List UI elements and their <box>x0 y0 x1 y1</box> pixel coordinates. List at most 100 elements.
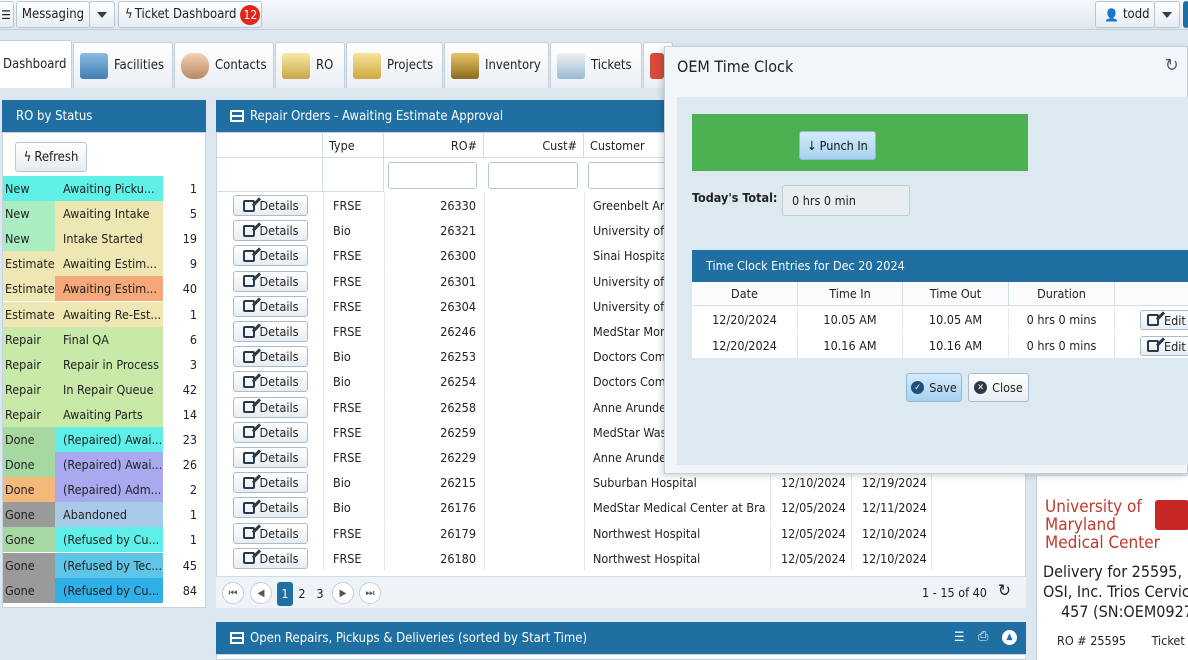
ro-number: 26330 <box>440 198 476 213</box>
status-row[interactable]: Repair In Repair Queue 42 <box>3 376 205 402</box>
messaging-button[interactable]: Messaging <box>16 1 90 28</box>
status-name: Awaiting Picku... <box>55 176 163 201</box>
column-header-ro[interactable]: RO# <box>384 133 484 158</box>
ro-filter-input[interactable] <box>388 162 477 189</box>
details-button[interactable]: Details <box>233 447 308 468</box>
tab-contacts[interactable]: Contacts <box>174 42 274 88</box>
column-header-cust[interactable]: Cust# <box>484 133 584 158</box>
prev-page-button[interactable]: ◀ <box>250 582 272 604</box>
first-page-button[interactable]: ⏮ <box>222 582 244 604</box>
delivery-card[interactable]: University of Maryland Medical Center De… <box>1036 476 1188 660</box>
collapse-icon[interactable]: ▲ <box>1002 630 1017 645</box>
ticket-dashboard-button[interactable]: ϟ Ticket Dashboard 12 <box>118 1 262 28</box>
details-button[interactable]: Details <box>233 396 308 418</box>
punch-in-button[interactable]: ↓ Punch In <box>799 131 876 160</box>
refresh-button[interactable]: ϟ Refresh <box>15 142 87 172</box>
column-divider <box>484 319 485 344</box>
column-header-type[interactable]: Type <box>323 133 384 158</box>
details-button[interactable]: Details <box>233 472 308 494</box>
status-row[interactable]: Estimate Awaiting Estim... 40 <box>3 276 205 302</box>
menu-toggle-button[interactable]: ☰ <box>0 1 14 28</box>
ro-pager: ⏮ ◀ 1 2 3 ▶ ⏭ 1 - 15 of 40 ↻ <box>216 576 1026 608</box>
page-1-button[interactable]: 1 <box>277 582 293 606</box>
print-icon[interactable]: ⎙ <box>978 629 988 644</box>
entry-date: 12/20/2024 <box>692 334 798 358</box>
status-row[interactable]: Repair Awaiting Parts 14 <box>3 401 205 427</box>
last-page-button[interactable]: ⏭ <box>359 582 381 604</box>
status-row[interactable]: Estimate Awaiting Estim... 9 <box>3 251 205 277</box>
column-divider <box>323 470 324 496</box>
status-row[interactable]: Gone Abandoned 1 <box>3 502 205 528</box>
corner-button[interactable] <box>1183 1 1188 28</box>
status-row[interactable]: Gone (Refused by Tec... 45 <box>3 552 205 578</box>
status-count: 1 <box>163 527 205 553</box>
status-group: Estimate <box>3 276 55 302</box>
details-button[interactable]: Details <box>233 522 308 544</box>
column-divider <box>770 520 771 546</box>
close-button[interactable]: ✕ Close <box>968 373 1029 402</box>
column-divider <box>770 545 771 571</box>
status-row[interactable]: New Intake Started 19 <box>3 226 205 252</box>
status-row[interactable]: Repair Final QA 6 <box>3 326 205 352</box>
status-row[interactable]: Gone (Refused by Cu... 1 <box>3 527 205 553</box>
details-label: Details <box>259 374 299 390</box>
details-button[interactable]: Details <box>233 371 308 393</box>
column-divider <box>484 545 485 571</box>
user-menu-button[interactable]: 👤 todd <box>1095 1 1155 28</box>
tab-dashboard[interactable]: Dashboard <box>0 40 72 88</box>
status-group: Estimate <box>3 301 55 327</box>
details-button[interactable]: Details <box>233 547 308 569</box>
column-divider <box>484 268 485 294</box>
column-divider <box>484 243 485 269</box>
edit-icon <box>242 350 255 363</box>
details-button[interactable]: Details <box>233 346 308 368</box>
edit-entry-button[interactable]: Edit <box>1140 336 1188 356</box>
messaging-dropdown-button[interactable] <box>89 1 115 28</box>
details-button[interactable]: Details <box>233 321 308 342</box>
user-name: todd <box>1122 7 1150 22</box>
details-button[interactable]: Details <box>233 220 308 242</box>
status-row[interactable]: Done (Repaired) Adm... 2 <box>3 477 205 503</box>
status-row[interactable]: New Awaiting Picku... 1 <box>3 176 205 201</box>
details-button[interactable]: Details <box>233 421 308 443</box>
status-row[interactable]: Estimate Awaiting Re-Est... 1 <box>3 301 205 327</box>
status-row[interactable]: Repair Repair in Process 3 <box>3 351 205 377</box>
status-row[interactable]: Done (Repaired) Awai... 26 <box>3 452 205 478</box>
status-group: Gone <box>3 527 55 553</box>
column-divider <box>851 545 852 571</box>
tab-facilities[interactable]: Facilities <box>73 42 173 88</box>
details-button[interactable]: Details <box>233 270 308 292</box>
column-divider <box>323 445 324 470</box>
tab-tickets[interactable]: Tickets <box>550 42 642 88</box>
refresh-icon[interactable]: ↻ <box>1165 55 1179 76</box>
hospital-name: University of Maryland Medical Center <box>1045 498 1160 552</box>
cust-filter-input[interactable] <box>488 162 578 189</box>
details-button[interactable]: Details <box>233 497 308 519</box>
tab-ro[interactable]: RO <box>275 42 345 88</box>
column-divider <box>484 193 485 218</box>
status-row[interactable]: Done (Repaired) Awai... 23 <box>3 427 205 452</box>
details-button[interactable]: Details <box>233 295 308 317</box>
ro-number: 26253 <box>440 349 476 365</box>
status-count: 84 <box>163 577 205 603</box>
details-button[interactable]: Details <box>233 195 308 216</box>
list-icon[interactable]: ☰ <box>954 630 965 645</box>
details-label: Details <box>259 324 299 339</box>
details-button[interactable]: Details <box>233 245 308 267</box>
column-header-time-in: Time In <box>798 282 903 306</box>
save-button[interactable]: ✓ Save <box>906 373 962 402</box>
status-row[interactable]: Gone (Refused by Cu... 84 <box>3 577 205 603</box>
tab-projects[interactable]: Projects <box>346 42 443 88</box>
user-dropdown-button[interactable] <box>1154 1 1180 28</box>
status-count: 9 <box>163 251 205 277</box>
next-page-button[interactable]: ▶ <box>332 582 354 604</box>
status-group: Repair <box>3 351 55 377</box>
page-3-button[interactable]: 3 <box>312 582 328 606</box>
reload-icon[interactable]: ↻ <box>998 581 1011 601</box>
ro-type: FRSE <box>333 450 362 465</box>
page-2-button[interactable]: 2 <box>294 582 310 606</box>
status-group: New <box>3 176 55 201</box>
tab-inventory[interactable]: Inventory <box>444 42 549 88</box>
status-row[interactable]: New Awaiting Intake 5 <box>3 201 205 227</box>
edit-entry-button[interactable]: Edit <box>1140 310 1188 330</box>
